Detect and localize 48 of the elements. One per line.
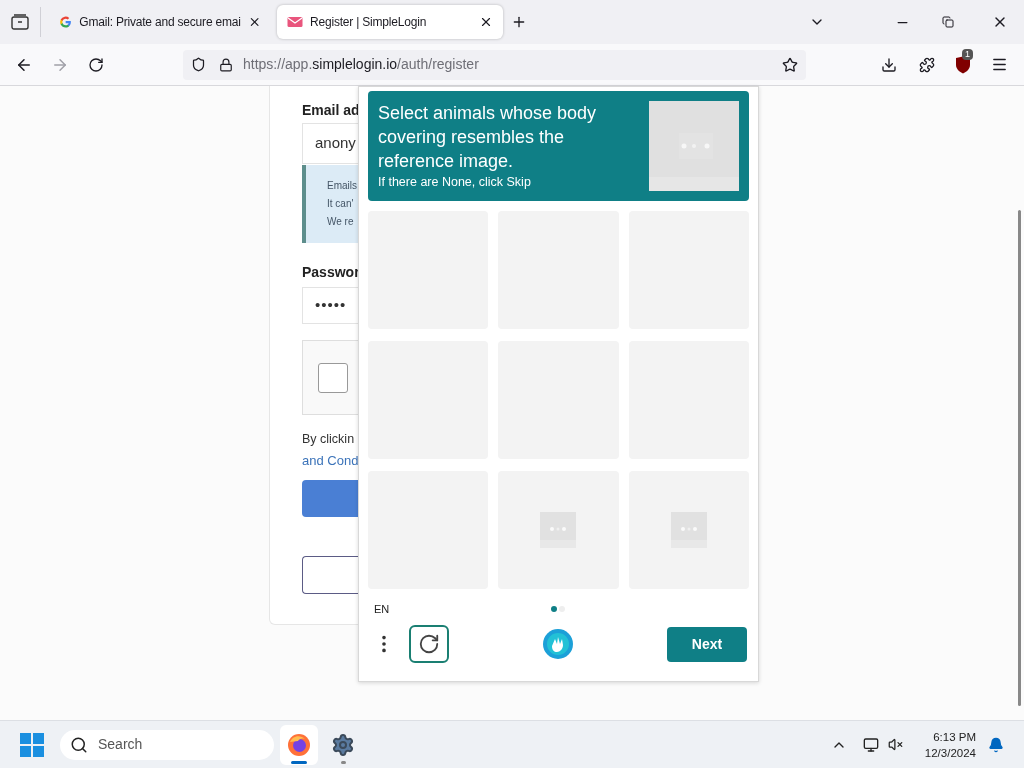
network-icon[interactable] — [862, 736, 879, 753]
clock-time: 6:13 PM — [933, 729, 976, 745]
image-tile[interactable] — [628, 471, 749, 589]
tab-list-icon[interactable] — [11, 14, 29, 30]
browser-tab[interactable]: Gmail: Private and secure emai — [49, 5, 271, 39]
restore-icon[interactable] — [942, 16, 954, 28]
clock-date: 12/3/2024 — [924, 745, 976, 761]
shield-icon[interactable] — [191, 57, 206, 72]
refresh-button[interactable] — [409, 625, 449, 663]
shield-extension-icon[interactable] — [955, 55, 971, 74]
checkbox[interactable] — [318, 362, 348, 393]
notice-text: It can' — [327, 197, 355, 211]
google-icon — [59, 15, 73, 29]
tab-title: Register | SimpleLogin — [310, 14, 428, 31]
settings-icon[interactable] — [331, 732, 355, 757]
windows-logo-icon[interactable] — [20, 732, 44, 757]
notice-text: Emails — [327, 179, 358, 193]
hint-text: If there are None, click Skip — [378, 174, 532, 191]
reload-icon[interactable] — [88, 56, 104, 73]
address-bar[interactable]: https://app.simplelogin.io/auth/register — [183, 49, 806, 80]
new-tab-icon[interactable] — [511, 14, 527, 30]
extensions-icon[interactable] — [919, 56, 935, 73]
terms-text: By clickin — [302, 431, 356, 448]
notification-bell-icon[interactable] — [988, 736, 1004, 753]
notice-text: We re — [327, 215, 355, 229]
scrollbar[interactable] — [1018, 210, 1021, 706]
next-button[interactable]: Next — [667, 626, 747, 662]
muted-speaker-icon[interactable] — [887, 737, 903, 752]
taskbar-app[interactable] — [280, 724, 318, 765]
search-field[interactable]: Search — [60, 729, 274, 760]
search-placeholder: Search — [98, 735, 143, 754]
close-icon[interactable] — [479, 15, 493, 29]
image-tile[interactable] — [498, 471, 619, 589]
download-icon[interactable] — [881, 56, 897, 73]
menu-icon[interactable] — [991, 56, 1008, 73]
extension-badge: 1 — [962, 48, 973, 60]
refresh-icon — [418, 633, 440, 655]
envelope-icon — [287, 16, 303, 28]
search-icon — [70, 735, 88, 754]
bookmark-star-icon[interactable] — [782, 56, 798, 73]
browser-tab[interactable]: Register | SimpleLogin — [277, 5, 503, 39]
field-label: Passwor — [302, 263, 361, 281]
lock-icon[interactable] — [219, 57, 233, 72]
tab-title: Gmail: Private and secure emai — [79, 14, 241, 31]
url-text: https://app.simplelogin.io/auth/register — [243, 55, 479, 74]
prompt-text: Select animals whose body covering resembles the reference image. — [378, 102, 598, 173]
firefox-icon[interactable] — [287, 732, 311, 757]
language-selector[interactable]: EN — [374, 600, 390, 618]
